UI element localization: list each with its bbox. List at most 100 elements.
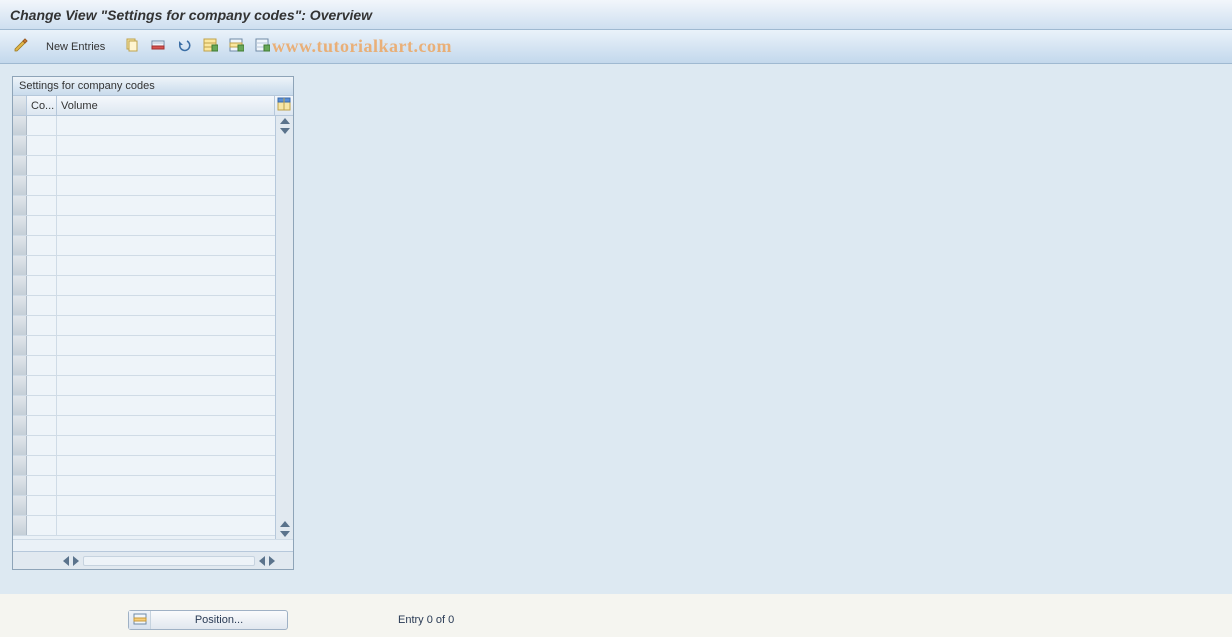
position-button[interactable]: Position... <box>128 610 288 630</box>
horizontal-scroll-track[interactable] <box>83 556 255 566</box>
row-selector[interactable] <box>13 396 27 415</box>
cell-volume[interactable] <box>57 336 275 355</box>
cell-volume[interactable] <box>57 436 275 455</box>
copy-as-button[interactable] <box>121 36 143 58</box>
undo-button[interactable] <box>173 36 195 58</box>
table-row[interactable] <box>13 236 275 256</box>
table-row[interactable] <box>13 456 275 476</box>
cell-company-code[interactable] <box>27 376 57 395</box>
cell-company-code[interactable] <box>27 276 57 295</box>
cell-volume[interactable] <box>57 136 275 155</box>
cell-volume[interactable] <box>57 456 275 475</box>
cell-volume[interactable] <box>57 256 275 275</box>
cell-volume[interactable] <box>57 116 275 135</box>
cell-company-code[interactable] <box>27 516 57 535</box>
cell-company-code[interactable] <box>27 176 57 195</box>
cell-company-code[interactable] <box>27 116 57 135</box>
cell-volume[interactable] <box>57 516 275 535</box>
cell-company-code[interactable] <box>27 356 57 375</box>
table-row[interactable] <box>13 156 275 176</box>
row-selector[interactable] <box>13 456 27 475</box>
select-all-rows-header[interactable] <box>13 96 27 115</box>
row-selector[interactable] <box>13 516 27 535</box>
row-selector[interactable] <box>13 296 27 315</box>
cell-volume[interactable] <box>57 496 275 515</box>
row-selector[interactable] <box>13 316 27 335</box>
table-row[interactable] <box>13 496 275 516</box>
table-row[interactable] <box>13 256 275 276</box>
table-row[interactable] <box>13 116 275 136</box>
row-selector[interactable] <box>13 436 27 455</box>
cell-volume[interactable] <box>57 236 275 255</box>
cell-company-code[interactable] <box>27 216 57 235</box>
table-row[interactable] <box>13 196 275 216</box>
column-header-company-code[interactable]: Co... <box>27 96 57 115</box>
row-selector[interactable] <box>13 256 27 275</box>
horizontal-scrollbar[interactable] <box>13 551 293 569</box>
cell-volume[interactable] <box>57 356 275 375</box>
cell-company-code[interactable] <box>27 236 57 255</box>
table-row[interactable] <box>13 276 275 296</box>
select-block-button[interactable] <box>225 36 247 58</box>
cell-company-code[interactable] <box>27 316 57 335</box>
row-selector[interactable] <box>13 416 27 435</box>
table-row[interactable] <box>13 376 275 396</box>
row-selector[interactable] <box>13 496 27 515</box>
table-row[interactable] <box>13 176 275 196</box>
cell-volume[interactable] <box>57 216 275 235</box>
cell-company-code[interactable] <box>27 476 57 495</box>
cell-volume[interactable] <box>57 156 275 175</box>
cell-volume[interactable] <box>57 176 275 195</box>
column-header-volume[interactable]: Volume <box>57 96 275 115</box>
cell-volume[interactable] <box>57 396 275 415</box>
cell-volume[interactable] <box>57 316 275 335</box>
row-selector[interactable] <box>13 136 27 155</box>
cell-company-code[interactable] <box>27 156 57 175</box>
table-row[interactable] <box>13 436 275 456</box>
deselect-all-button[interactable] <box>251 36 273 58</box>
select-all-button[interactable] <box>199 36 221 58</box>
table-row[interactable] <box>13 136 275 156</box>
table-row[interactable] <box>13 476 275 496</box>
table-settings-button[interactable] <box>275 96 293 115</box>
table-row[interactable] <box>13 356 275 376</box>
row-selector[interactable] <box>13 376 27 395</box>
table-row[interactable] <box>13 216 275 236</box>
cell-company-code[interactable] <box>27 196 57 215</box>
new-entries-button[interactable]: New Entries <box>40 36 111 58</box>
cell-volume[interactable] <box>57 476 275 495</box>
cell-company-code[interactable] <box>27 456 57 475</box>
table-row[interactable] <box>13 336 275 356</box>
table-row[interactable] <box>13 296 275 316</box>
table-row[interactable] <box>13 416 275 436</box>
table-row[interactable] <box>13 396 275 416</box>
row-selector[interactable] <box>13 476 27 495</box>
cell-volume[interactable] <box>57 296 275 315</box>
cell-volume[interactable] <box>57 416 275 435</box>
delete-button[interactable] <box>147 36 169 58</box>
row-selector[interactable] <box>13 216 27 235</box>
cell-volume[interactable] <box>57 196 275 215</box>
table-row[interactable] <box>13 316 275 336</box>
vertical-scrollbar[interactable] <box>275 116 293 539</box>
row-selector[interactable] <box>13 276 27 295</box>
cell-company-code[interactable] <box>27 496 57 515</box>
cell-volume[interactable] <box>57 376 275 395</box>
row-selector[interactable] <box>13 156 27 175</box>
cell-company-code[interactable] <box>27 256 57 275</box>
cell-company-code[interactable] <box>27 296 57 315</box>
row-selector[interactable] <box>13 176 27 195</box>
cell-company-code[interactable] <box>27 416 57 435</box>
cell-company-code[interactable] <box>27 336 57 355</box>
row-selector[interactable] <box>13 336 27 355</box>
row-selector[interactable] <box>13 196 27 215</box>
cell-company-code[interactable] <box>27 396 57 415</box>
cell-company-code[interactable] <box>27 436 57 455</box>
row-selector[interactable] <box>13 356 27 375</box>
table-row[interactable] <box>13 516 275 536</box>
toggle-display-change-button[interactable] <box>10 36 32 58</box>
cell-company-code[interactable] <box>27 136 57 155</box>
row-selector[interactable] <box>13 236 27 255</box>
row-selector[interactable] <box>13 116 27 135</box>
cell-volume[interactable] <box>57 276 275 295</box>
